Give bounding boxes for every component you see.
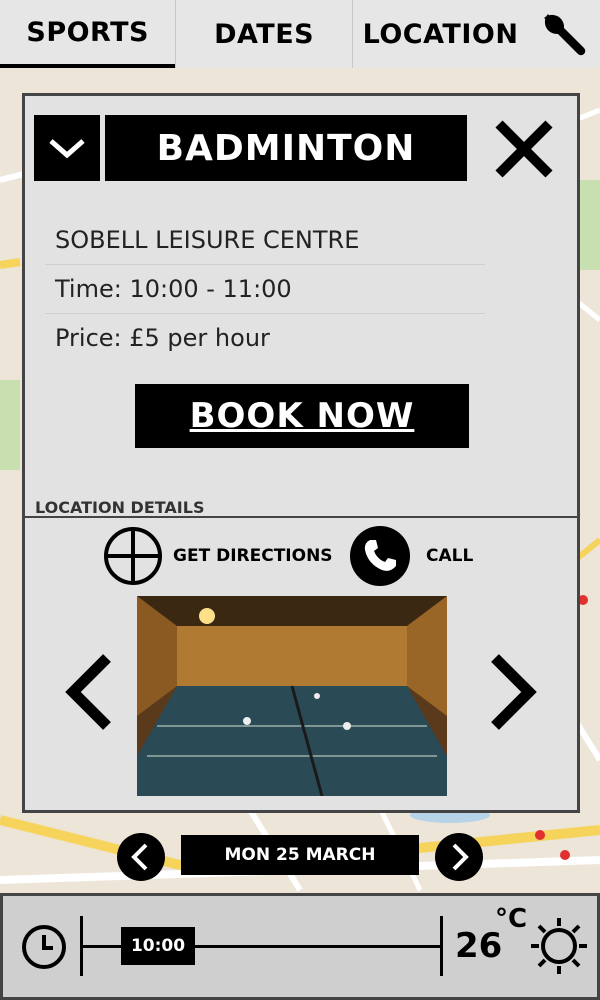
selected-date[interactable]: MON 25 MARCH [181,835,419,875]
tab-sports-label: SPORTS [26,16,150,48]
book-now-label: BOOK NOW [189,396,415,436]
crosshair-icon [104,527,162,585]
divider [25,516,577,518]
chevron-down-icon [49,139,85,159]
time-slider-end [440,916,443,976]
date-prev-button[interactable] [116,833,166,885]
close-icon [495,120,553,178]
photo-next-button[interactable] [487,654,537,734]
sport-dropdown-button[interactable] [34,115,100,181]
temperature-unit: °C [495,904,528,934]
session-time: Time: 10:00 - 11:00 [45,265,485,314]
bottom-bar: 10:00 26 °C [0,893,600,1000]
venue-photo[interactable] [137,596,447,796]
venue-name: SOBELL LEISURE CENTRE [45,216,485,265]
tab-location[interactable]: LOCATION [351,0,528,68]
tab-dates-label: DATES [214,18,315,50]
call-label: CALL [426,546,474,566]
call-button[interactable]: CALL [350,526,473,586]
selected-date-label: MON 25 MARCH [224,845,376,865]
wrench-icon [544,14,586,56]
location-details-heading: LOCATION DETAILS [35,498,205,517]
chevron-right-icon [435,833,483,881]
sun-icon [531,918,587,974]
time-slider-thumb[interactable]: 10:00 [121,927,195,965]
chevron-right-icon [491,654,537,730]
close-button[interactable] [491,116,557,182]
session-info: SOBELL LEISURE CENTRE Time: 10:00 - 11:0… [45,216,485,362]
get-directions-button[interactable]: GET DIRECTIONS [103,526,333,586]
top-tab-bar: SPORTS DATES LOCATION [0,0,600,68]
photo-prev-button[interactable] [65,654,115,734]
sport-title: BADMINTON [105,115,467,181]
tab-dates[interactable]: DATES [175,0,351,68]
clock-icon [22,925,66,969]
sport-detail-card: BADMINTON SOBELL LEISURE CENTRE Time: 10… [22,93,580,813]
phone-icon [350,526,410,586]
date-next-button[interactable] [434,833,484,885]
tab-location-label: LOCATION [362,18,519,50]
settings-button[interactable] [528,0,600,68]
session-price: Price: £5 per hour [55,324,270,352]
time-slider-value: 10:00 [130,936,186,956]
get-directions-label: GET DIRECTIONS [173,546,333,566]
chevron-left-icon [65,654,111,730]
tab-sports[interactable]: SPORTS [0,0,176,68]
book-now-button[interactable]: BOOK NOW [135,384,469,448]
chevron-left-icon [117,833,165,881]
sport-title-label: BADMINTON [156,127,416,169]
